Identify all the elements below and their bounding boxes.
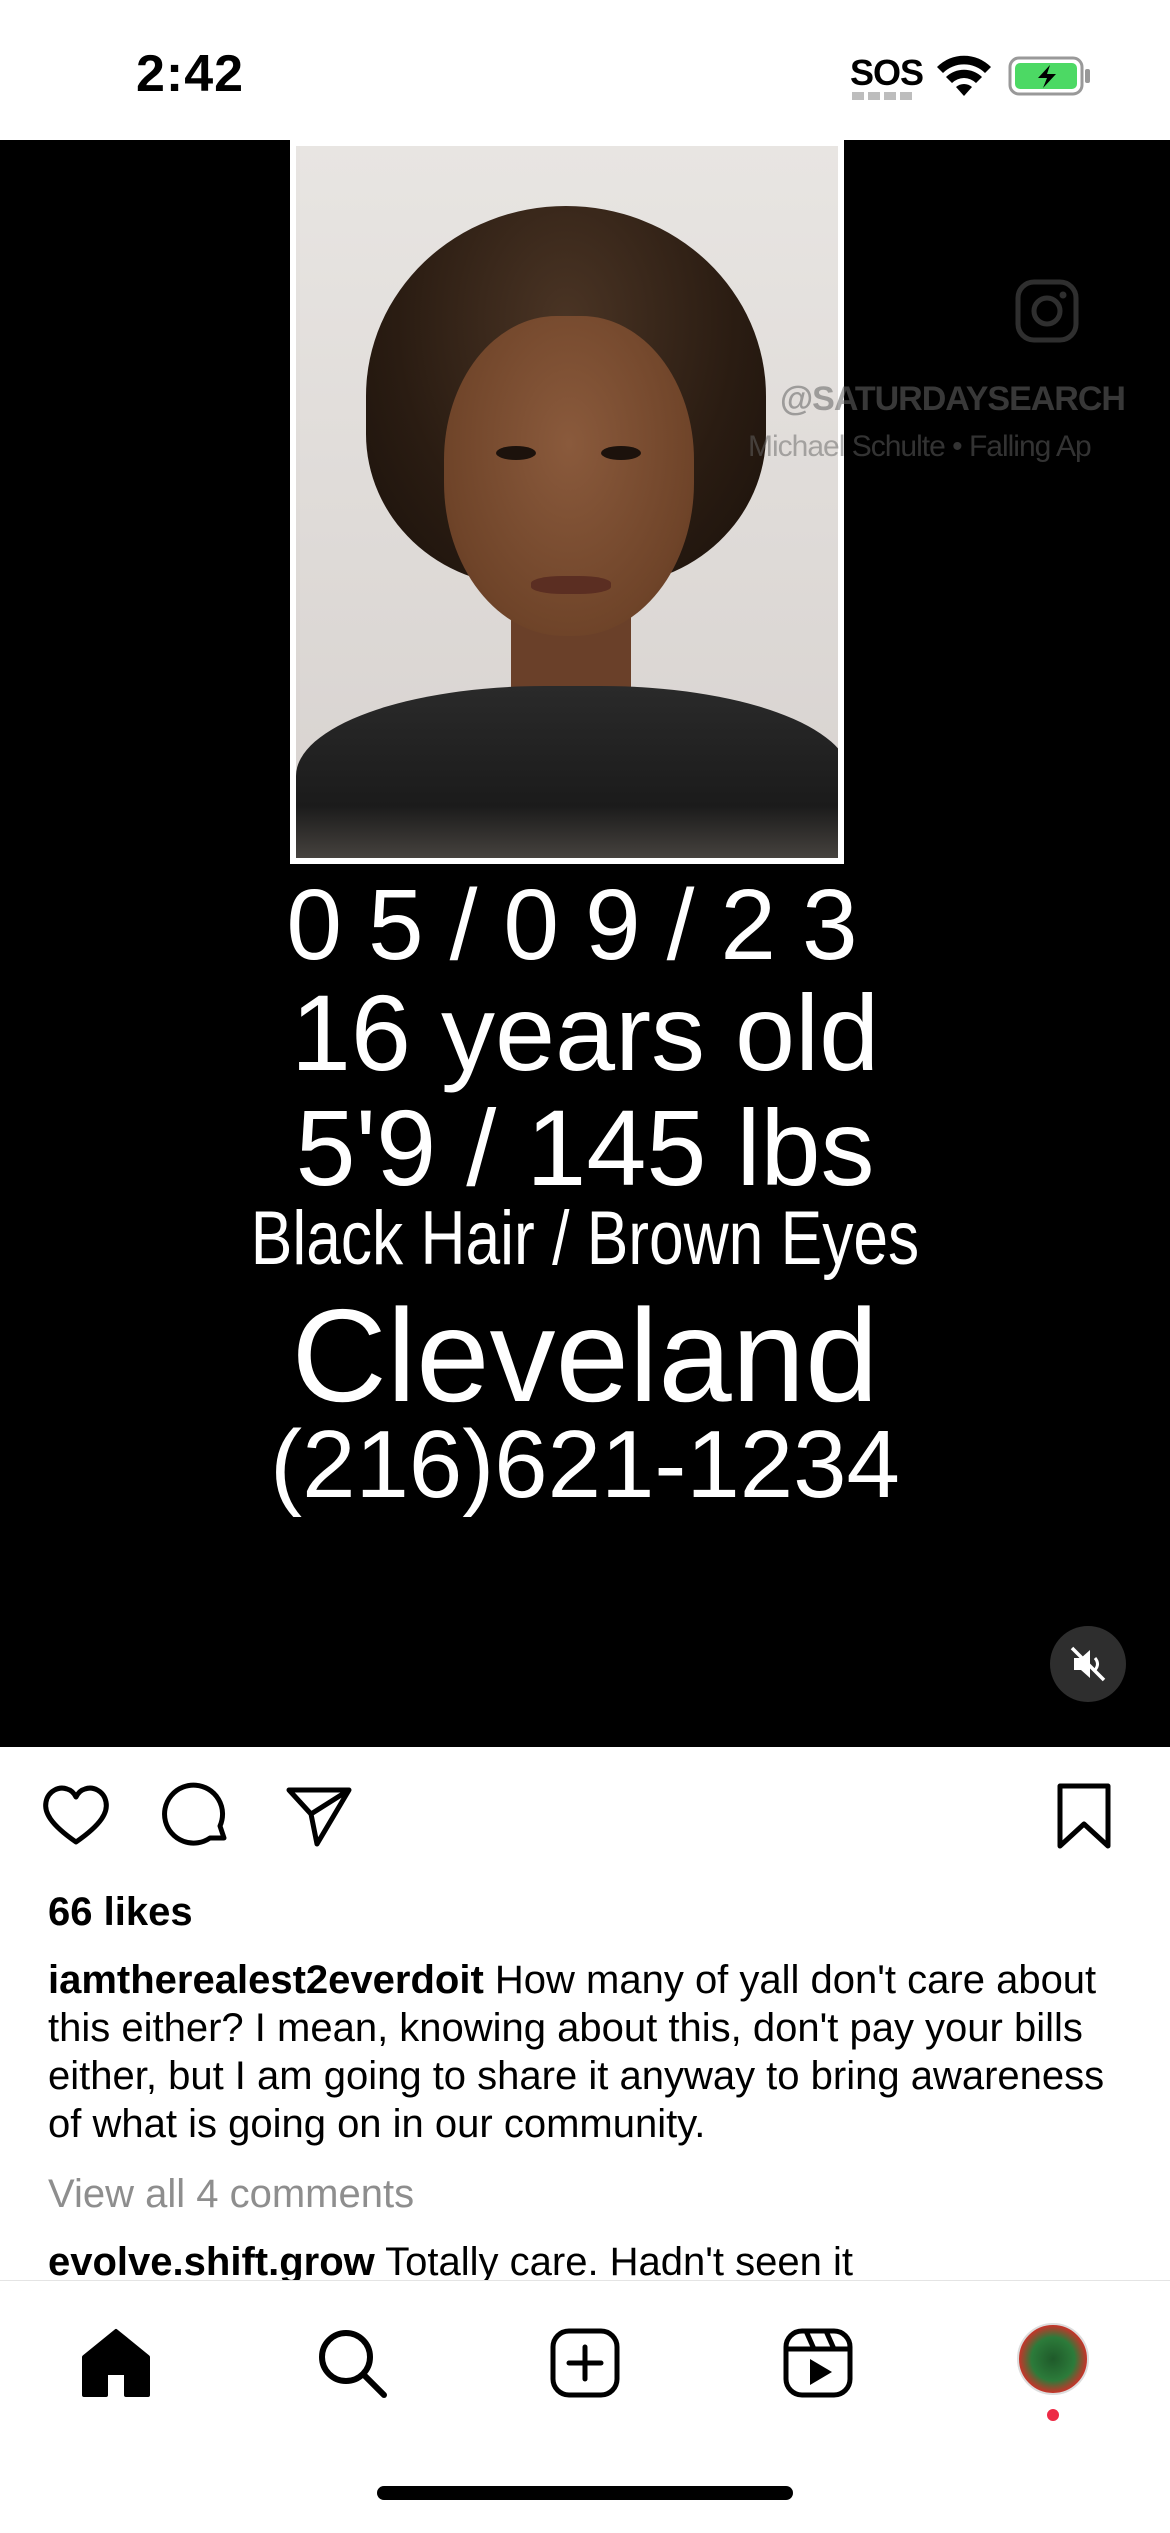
likes-count[interactable]: 66 likes [48, 1890, 193, 1935]
home-indicator[interactable] [377, 2486, 793, 2500]
caption-username[interactable]: iamtherealest2everdoit [48, 1958, 484, 2002]
portrait-photo-frame [290, 140, 844, 864]
bookmark-icon[interactable] [1048, 1780, 1120, 1852]
profile-avatar[interactable] [1017, 2323, 1089, 2395]
portrait-photo [296, 146, 838, 858]
search-icon[interactable] [314, 2325, 390, 2401]
poster-hair-eyes: Black Hair / Brown Eyes [250, 1196, 920, 1281]
notification-dot [1047, 2409, 1059, 2421]
home-icon[interactable] [78, 2325, 154, 2401]
mute-button[interactable] [1050, 1626, 1126, 1702]
heart-icon[interactable] [40, 1780, 112, 1852]
create-icon[interactable] [547, 2325, 623, 2401]
status-time: 2:42 [136, 45, 245, 103]
poster-height-weight: 5'9 / 145 lbs [295, 1087, 875, 1208]
preview-comment: evolve.shift.grow Totally care. Hadn't s… [48, 2240, 1148, 2280]
poster-phone: (216)621-1234 [270, 1411, 900, 1518]
sos-indicator: SOS [850, 52, 924, 93]
poster-age: 16 years old [290, 972, 880, 1093]
poster-date: 05/09/23 [286, 869, 884, 981]
post-actions [0, 1780, 1170, 1860]
poster-city: Cleveland [291, 1282, 879, 1429]
view-all-comments-link[interactable]: View all 4 comments [48, 2172, 414, 2217]
comment-icon[interactable] [162, 1780, 234, 1852]
status-bar: 2:42 SOS [0, 0, 1170, 140]
reels-icon[interactable] [780, 2325, 856, 2401]
wifi-icon [937, 55, 991, 96]
post-media[interactable]: @SATURDAYSEARCH Michael Schulte • Fallin… [0, 140, 1170, 1747]
battery-icon [1008, 56, 1090, 96]
post-caption: iamtherealest2everdoit How many of yall … [48, 1956, 1128, 2148]
instagram-watermark-icon [1015, 279, 1079, 343]
watermark-handle: @SATURDAYSEARCH [780, 380, 1126, 418]
watermark-audio: Michael Schulte • Falling Ap [748, 430, 1092, 463]
speaker-muted-icon [1070, 1646, 1106, 1682]
signal-dots [852, 92, 912, 100]
share-icon[interactable] [283, 1780, 355, 1852]
comment-text: Totally care. Hadn't seen it [374, 2240, 854, 2280]
comment-username[interactable]: evolve.shift.grow [48, 2240, 375, 2280]
